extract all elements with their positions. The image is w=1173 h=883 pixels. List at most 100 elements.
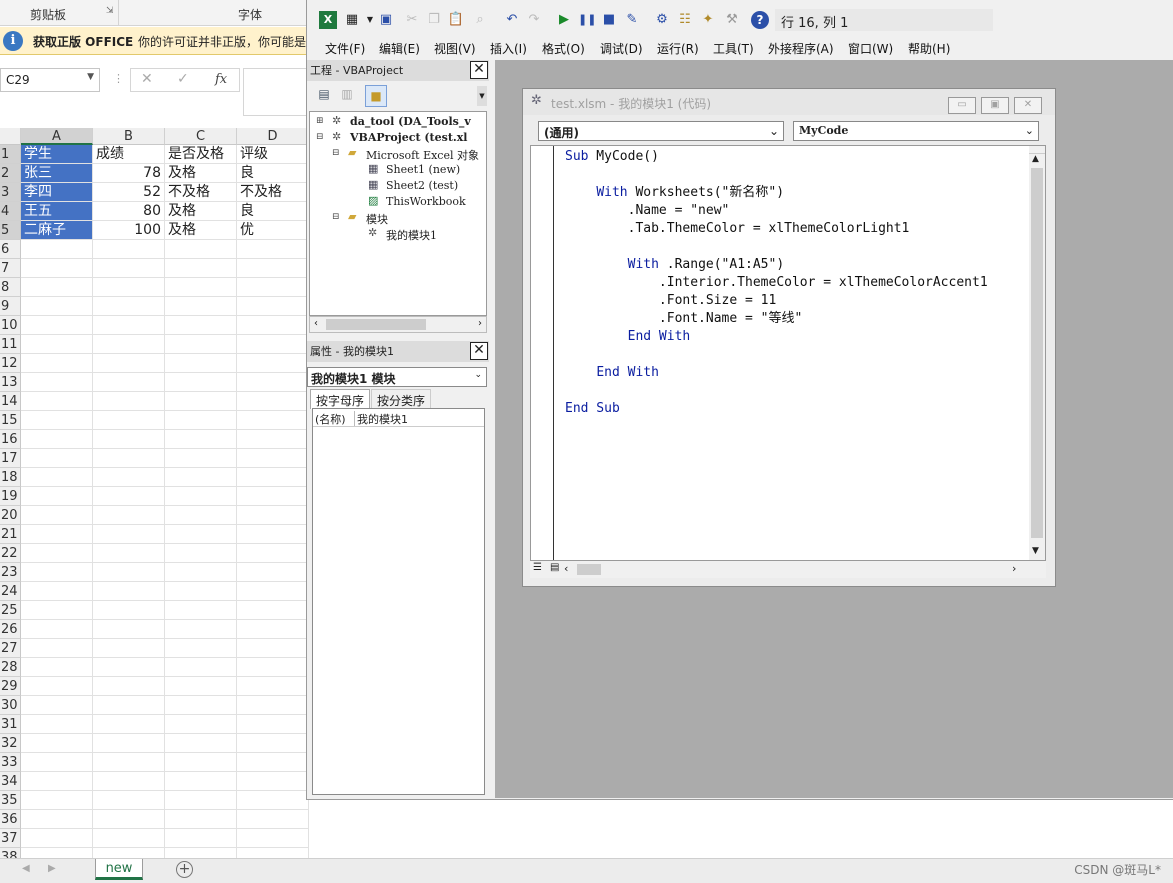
cell[interactable]: 张三 [21,164,93,183]
scroll-thumb[interactable] [1031,168,1043,538]
code-line[interactable] [565,382,988,400]
cell[interactable] [237,829,309,848]
row-header[interactable]: 19 [0,487,21,506]
name-box[interactable]: C29 ▼ [0,68,100,92]
plus-circle-icon[interactable]: + [176,861,193,878]
scroll-up-icon[interactable]: ▲ [1032,154,1039,164]
cell[interactable] [237,544,309,563]
row-header[interactable]: 30 [0,696,21,715]
cell[interactable] [21,848,93,858]
help-icon[interactable]: ? [751,11,769,29]
chevron-down-icon[interactable]: ▼ [477,86,487,106]
cell[interactable] [93,506,165,525]
undo-icon[interactable]: ↶ [503,11,521,29]
paste-icon[interactable]: 📋 [447,11,465,29]
cell[interactable] [93,563,165,582]
cell[interactable] [21,677,93,696]
cell[interactable] [21,544,93,563]
cell[interactable] [237,677,309,696]
row-header[interactable]: 16 [0,430,21,449]
column-header[interactable]: A [21,128,93,145]
cell[interactable] [93,715,165,734]
view-object-icon[interactable]: ▥ [338,87,356,105]
cell[interactable] [21,696,93,715]
cell[interactable] [237,772,309,791]
cell[interactable] [165,392,237,411]
cell[interactable]: 成绩 [93,145,165,164]
sheet-tab-new[interactable]: new [95,859,143,880]
row-header[interactable]: 25 [0,601,21,620]
cell[interactable]: 李四 [21,183,93,202]
cell[interactable]: 100 [93,221,165,240]
toggle-folders-icon[interactable]: ■ [365,85,387,107]
menu-debug[interactable]: 调试(D) [600,40,643,57]
cell[interactable] [237,278,309,297]
cell[interactable] [237,734,309,753]
cancel-icon[interactable]: ✕ [141,71,153,87]
properties-object-select[interactable]: 我的模块1 模块 ⌄ [307,367,487,387]
cell[interactable] [21,487,93,506]
tree-item-my-module[interactable]: 我的模块1 [386,227,437,243]
row-header[interactable]: 6 [0,240,21,259]
cell[interactable] [237,468,309,487]
cell[interactable] [21,791,93,810]
cell[interactable] [93,734,165,753]
code-text[interactable]: Sub MyCode() With Worksheets("新名称") .Nam… [565,148,988,418]
tree-item-vbaproject[interactable]: VBAProject (test.xl [350,131,467,144]
code-line[interactable] [565,166,988,184]
cell[interactable]: 78 [93,164,165,183]
tree-item-da-tool[interactable]: da_tool (DA_Tools_v [350,115,471,128]
code-line[interactable]: With Worksheets("新名称") [565,184,988,202]
row-header[interactable]: 27 [0,639,21,658]
row-header[interactable]: 22 [0,544,21,563]
cell[interactable] [237,563,309,582]
cell[interactable] [21,392,93,411]
code-line[interactable]: .Font.Size = 11 [565,292,988,310]
scroll-down-icon[interactable]: ▼ [1032,546,1039,556]
cell[interactable]: 及格 [165,221,237,240]
cell[interactable] [237,430,309,449]
cell[interactable] [93,601,165,620]
row-header[interactable]: 35 [0,791,21,810]
enter-check-icon[interactable]: ✓ [177,71,189,87]
menu-tools[interactable]: 工具(T) [713,40,754,57]
property-value[interactable]: 我的模块1 [357,411,408,427]
cell[interactable] [165,316,237,335]
row-header[interactable]: 18 [0,468,21,487]
row-header[interactable]: 26 [0,620,21,639]
cell[interactable] [237,240,309,259]
cell[interactable] [165,468,237,487]
run-icon[interactable]: ▶ [555,11,573,29]
cell[interactable] [21,810,93,829]
object-browser-icon[interactable]: ✦ [699,11,717,29]
full-module-view-icon[interactable]: ▤ [550,562,559,573]
cell[interactable] [21,772,93,791]
split-bar[interactable] [1029,146,1045,154]
next-sheet-icon[interactable]: ▶ [48,863,56,874]
code-line[interactable]: End With [565,328,988,346]
cell[interactable] [237,297,309,316]
cell[interactable] [165,544,237,563]
cell[interactable] [93,259,165,278]
row-header[interactable]: 1 [0,145,21,164]
tree-item-sheet2[interactable]: Sheet2 (test) [386,179,458,192]
tree-item-sheet1[interactable]: Sheet1 (new) [386,163,460,176]
scroll-left-icon[interactable]: ‹ [564,562,568,575]
cell[interactable] [21,335,93,354]
insert-function-icon[interactable]: fx [215,72,227,87]
formula-input[interactable] [243,68,313,116]
cell[interactable] [237,373,309,392]
cell[interactable] [93,430,165,449]
row-header[interactable]: 28 [0,658,21,677]
row-header[interactable]: 38 [0,848,21,858]
cell[interactable] [93,468,165,487]
close-icon[interactable]: ✕ [470,61,488,79]
select-all-corner[interactable] [0,128,21,145]
cell[interactable] [165,696,237,715]
cell[interactable] [237,316,309,335]
cell[interactable] [21,411,93,430]
cell[interactable]: 及格 [165,164,237,183]
cell[interactable] [93,582,165,601]
cell[interactable] [93,848,165,858]
pause-icon[interactable]: ❚❚ [578,11,596,29]
